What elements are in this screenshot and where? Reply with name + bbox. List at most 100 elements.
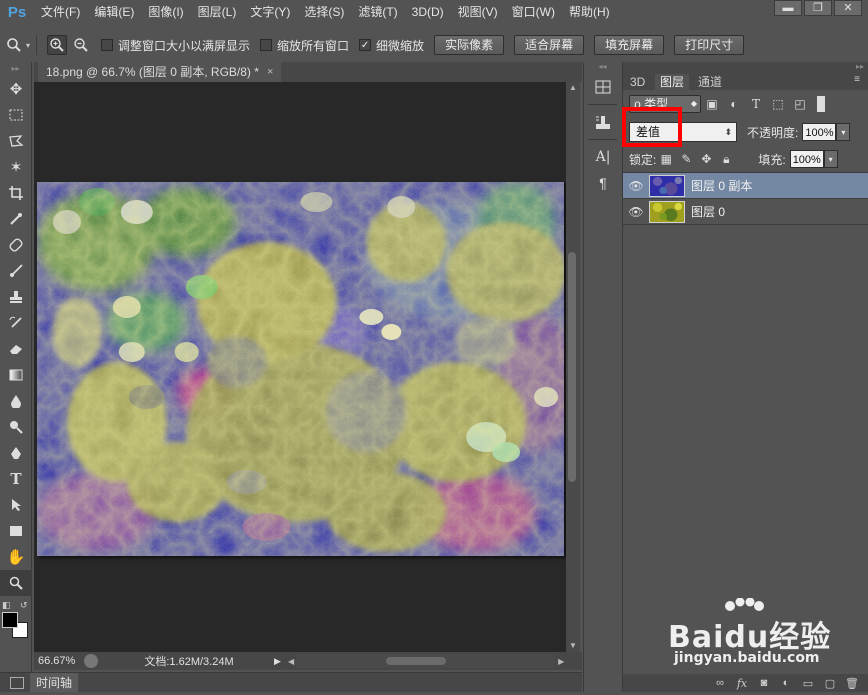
lock-all-icon[interactable]: 🔒︎: [716, 152, 736, 167]
blur-tool-icon[interactable]: [0, 388, 32, 414]
tab-3d[interactable]: 3D: [625, 74, 650, 90]
fill-screen-button[interactable]: 填充屏幕: [594, 35, 665, 55]
visibility-eye-icon[interactable]: 👁︎: [623, 205, 649, 219]
canvas-area[interactable]: [34, 82, 566, 652]
opacity-input[interactable]: 100%: [802, 123, 837, 141]
horizontal-scrollbar[interactable]: [296, 654, 557, 668]
fit-screen-button[interactable]: 适合屏幕: [514, 35, 585, 55]
zoom-out-icon[interactable]: [71, 35, 91, 55]
rectangle-tool-icon[interactable]: [0, 518, 32, 544]
new-layer-icon[interactable]: ▢: [819, 677, 841, 690]
checkbox-box-checked[interactable]: ✓: [359, 39, 372, 51]
checkbox-box[interactable]: [101, 39, 114, 51]
brush-tool-icon[interactable]: [0, 258, 32, 284]
delete-layer-icon[interactable]: 🗑︎: [841, 677, 863, 690]
character-panel-icon[interactable]: A|: [584, 144, 622, 170]
layer-row-base[interactable]: 👁︎ 图层 0: [623, 199, 868, 225]
paragraph-panel-icon[interactable]: ¶: [584, 170, 622, 196]
vertical-scroll-thumb[interactable]: [568, 252, 576, 482]
new-adjustment-layer-icon[interactable]: ◐: [775, 677, 797, 689]
menu-image[interactable]: 图像(I): [141, 0, 190, 24]
panel-grip-icon[interactable]: ◂◂: [584, 62, 621, 74]
panel-grip-icon[interactable]: ▸▸: [0, 62, 31, 76]
filter-pixel-icon[interactable]: ▣: [701, 97, 723, 111]
menu-edit[interactable]: 编辑(E): [87, 0, 141, 24]
link-layers-icon[interactable]: ∞: [709, 677, 731, 689]
tab-channels[interactable]: 通道: [693, 74, 727, 90]
scroll-up-arrow-icon[interactable]: ▲: [566, 82, 580, 94]
filter-toggle-switch[interactable]: [817, 96, 825, 112]
resize-windows-checkbox[interactable]: 调整窗口大小以满屏显示: [101, 37, 250, 54]
marquee-tool-icon[interactable]: [0, 102, 32, 128]
eraser-tool-icon[interactable]: [0, 336, 32, 362]
healing-brush-tool-icon[interactable]: [0, 232, 32, 258]
scroll-left-arrow-icon[interactable]: ◀: [288, 657, 294, 666]
zoom-tool-icon[interactable]: [0, 570, 32, 596]
stamp-tool-icon[interactable]: [0, 284, 32, 310]
move-tool-icon[interactable]: ✥: [0, 76, 32, 102]
minimize-button[interactable]: ▬: [774, 0, 802, 16]
lasso-tool-icon[interactable]: [0, 128, 32, 154]
type-tool-icon[interactable]: T: [0, 466, 32, 492]
histogram-icon[interactable]: [584, 74, 622, 100]
hand-tool-icon[interactable]: ✋: [0, 544, 32, 570]
tool-presets-icon[interactable]: [584, 109, 622, 135]
close-button[interactable]: ✕: [834, 0, 862, 16]
actual-pixels-button[interactable]: 实际像素: [434, 35, 505, 55]
preset-dropdown-arrow-icon[interactable]: ▾: [26, 41, 30, 50]
scroll-down-arrow-icon[interactable]: ▼: [566, 640, 580, 652]
menu-layer[interactable]: 图层(L): [191, 0, 244, 24]
filter-shape-icon[interactable]: ⬚: [767, 97, 789, 111]
lock-transparent-pixels-icon[interactable]: ▦: [656, 152, 676, 166]
document-tab[interactable]: 18.png @ 66.7% (图层 0 副本, RGB/8) * ×: [38, 62, 282, 82]
gradient-tool-icon[interactable]: [0, 362, 32, 388]
visibility-eye-icon[interactable]: 👁︎: [623, 179, 649, 193]
doc-info-icon[interactable]: [84, 654, 98, 668]
layer-style-icon[interactable]: fx: [731, 677, 753, 690]
canvas-image[interactable]: [37, 182, 565, 556]
scrubby-zoom-checkbox[interactable]: ✓ 细微缩放: [359, 37, 424, 54]
menu-view[interactable]: 视图(V): [451, 0, 505, 24]
add-mask-icon[interactable]: ◙: [753, 677, 775, 689]
restore-button[interactable]: ❐: [804, 0, 832, 16]
history-brush-tool-icon[interactable]: [0, 310, 32, 336]
checkbox-box[interactable]: [260, 39, 273, 51]
zoom-all-windows-checkbox[interactable]: 缩放所有窗口: [260, 37, 349, 54]
dodge-tool-icon[interactable]: [0, 414, 32, 440]
tab-layers[interactable]: 图层: [655, 74, 690, 90]
vertical-scrollbar[interactable]: ▲ ▼: [566, 82, 580, 652]
magic-wand-tool-icon[interactable]: ✶: [0, 154, 32, 180]
timeline-icon[interactable]: [10, 676, 24, 689]
opacity-dropdown-icon[interactable]: ▾: [836, 123, 851, 141]
zoom-level-field[interactable]: 66.67%: [34, 655, 84, 667]
horizontal-scroll-thumb[interactable]: [386, 657, 447, 665]
close-document-icon[interactable]: ×: [267, 62, 273, 82]
swap-colors-icon[interactable]: ↺: [20, 600, 28, 611]
foreground-color-swatch[interactable]: [2, 612, 18, 628]
filter-smart-object-icon[interactable]: ◰: [789, 97, 811, 111]
panel-menu-icon[interactable]: ≡: [854, 74, 860, 85]
scroll-right-arrow-icon[interactable]: ▶: [558, 657, 564, 666]
collapse-panel-icon[interactable]: ▸▸: [856, 62, 864, 71]
layer-row-copy[interactable]: 👁︎ 图层 0 副本: [623, 173, 868, 199]
new-group-icon[interactable]: ▭: [797, 677, 819, 690]
status-menu-arrow-icon[interactable]: ▶: [274, 656, 288, 667]
eyedropper-tool-icon[interactable]: [0, 206, 32, 232]
zoom-in-icon[interactable]: [47, 35, 68, 55]
zoom-tool-preset-icon[interactable]: [4, 35, 24, 55]
pen-tool-icon[interactable]: [0, 440, 32, 466]
timeline-tab[interactable]: 时间轴: [30, 673, 79, 692]
filter-type-icon[interactable]: T: [745, 97, 767, 111]
filter-adjustment-icon[interactable]: ◐: [723, 97, 745, 111]
menu-file[interactable]: 文件(F): [34, 0, 87, 24]
menu-select[interactable]: 选择(S): [297, 0, 351, 24]
lock-position-icon[interactable]: ✥: [696, 152, 716, 166]
fill-input[interactable]: 100%: [789, 150, 824, 168]
path-selection-tool-icon[interactable]: [0, 492, 32, 518]
menu-help[interactable]: 帮助(H): [562, 0, 617, 24]
print-size-button[interactable]: 打印尺寸: [674, 35, 745, 55]
menu-filter[interactable]: 滤镜(T): [351, 0, 404, 24]
menu-3d[interactable]: 3D(D): [405, 0, 451, 24]
menu-window[interactable]: 窗口(W): [505, 0, 562, 24]
menu-type[interactable]: 文字(Y): [243, 0, 297, 24]
